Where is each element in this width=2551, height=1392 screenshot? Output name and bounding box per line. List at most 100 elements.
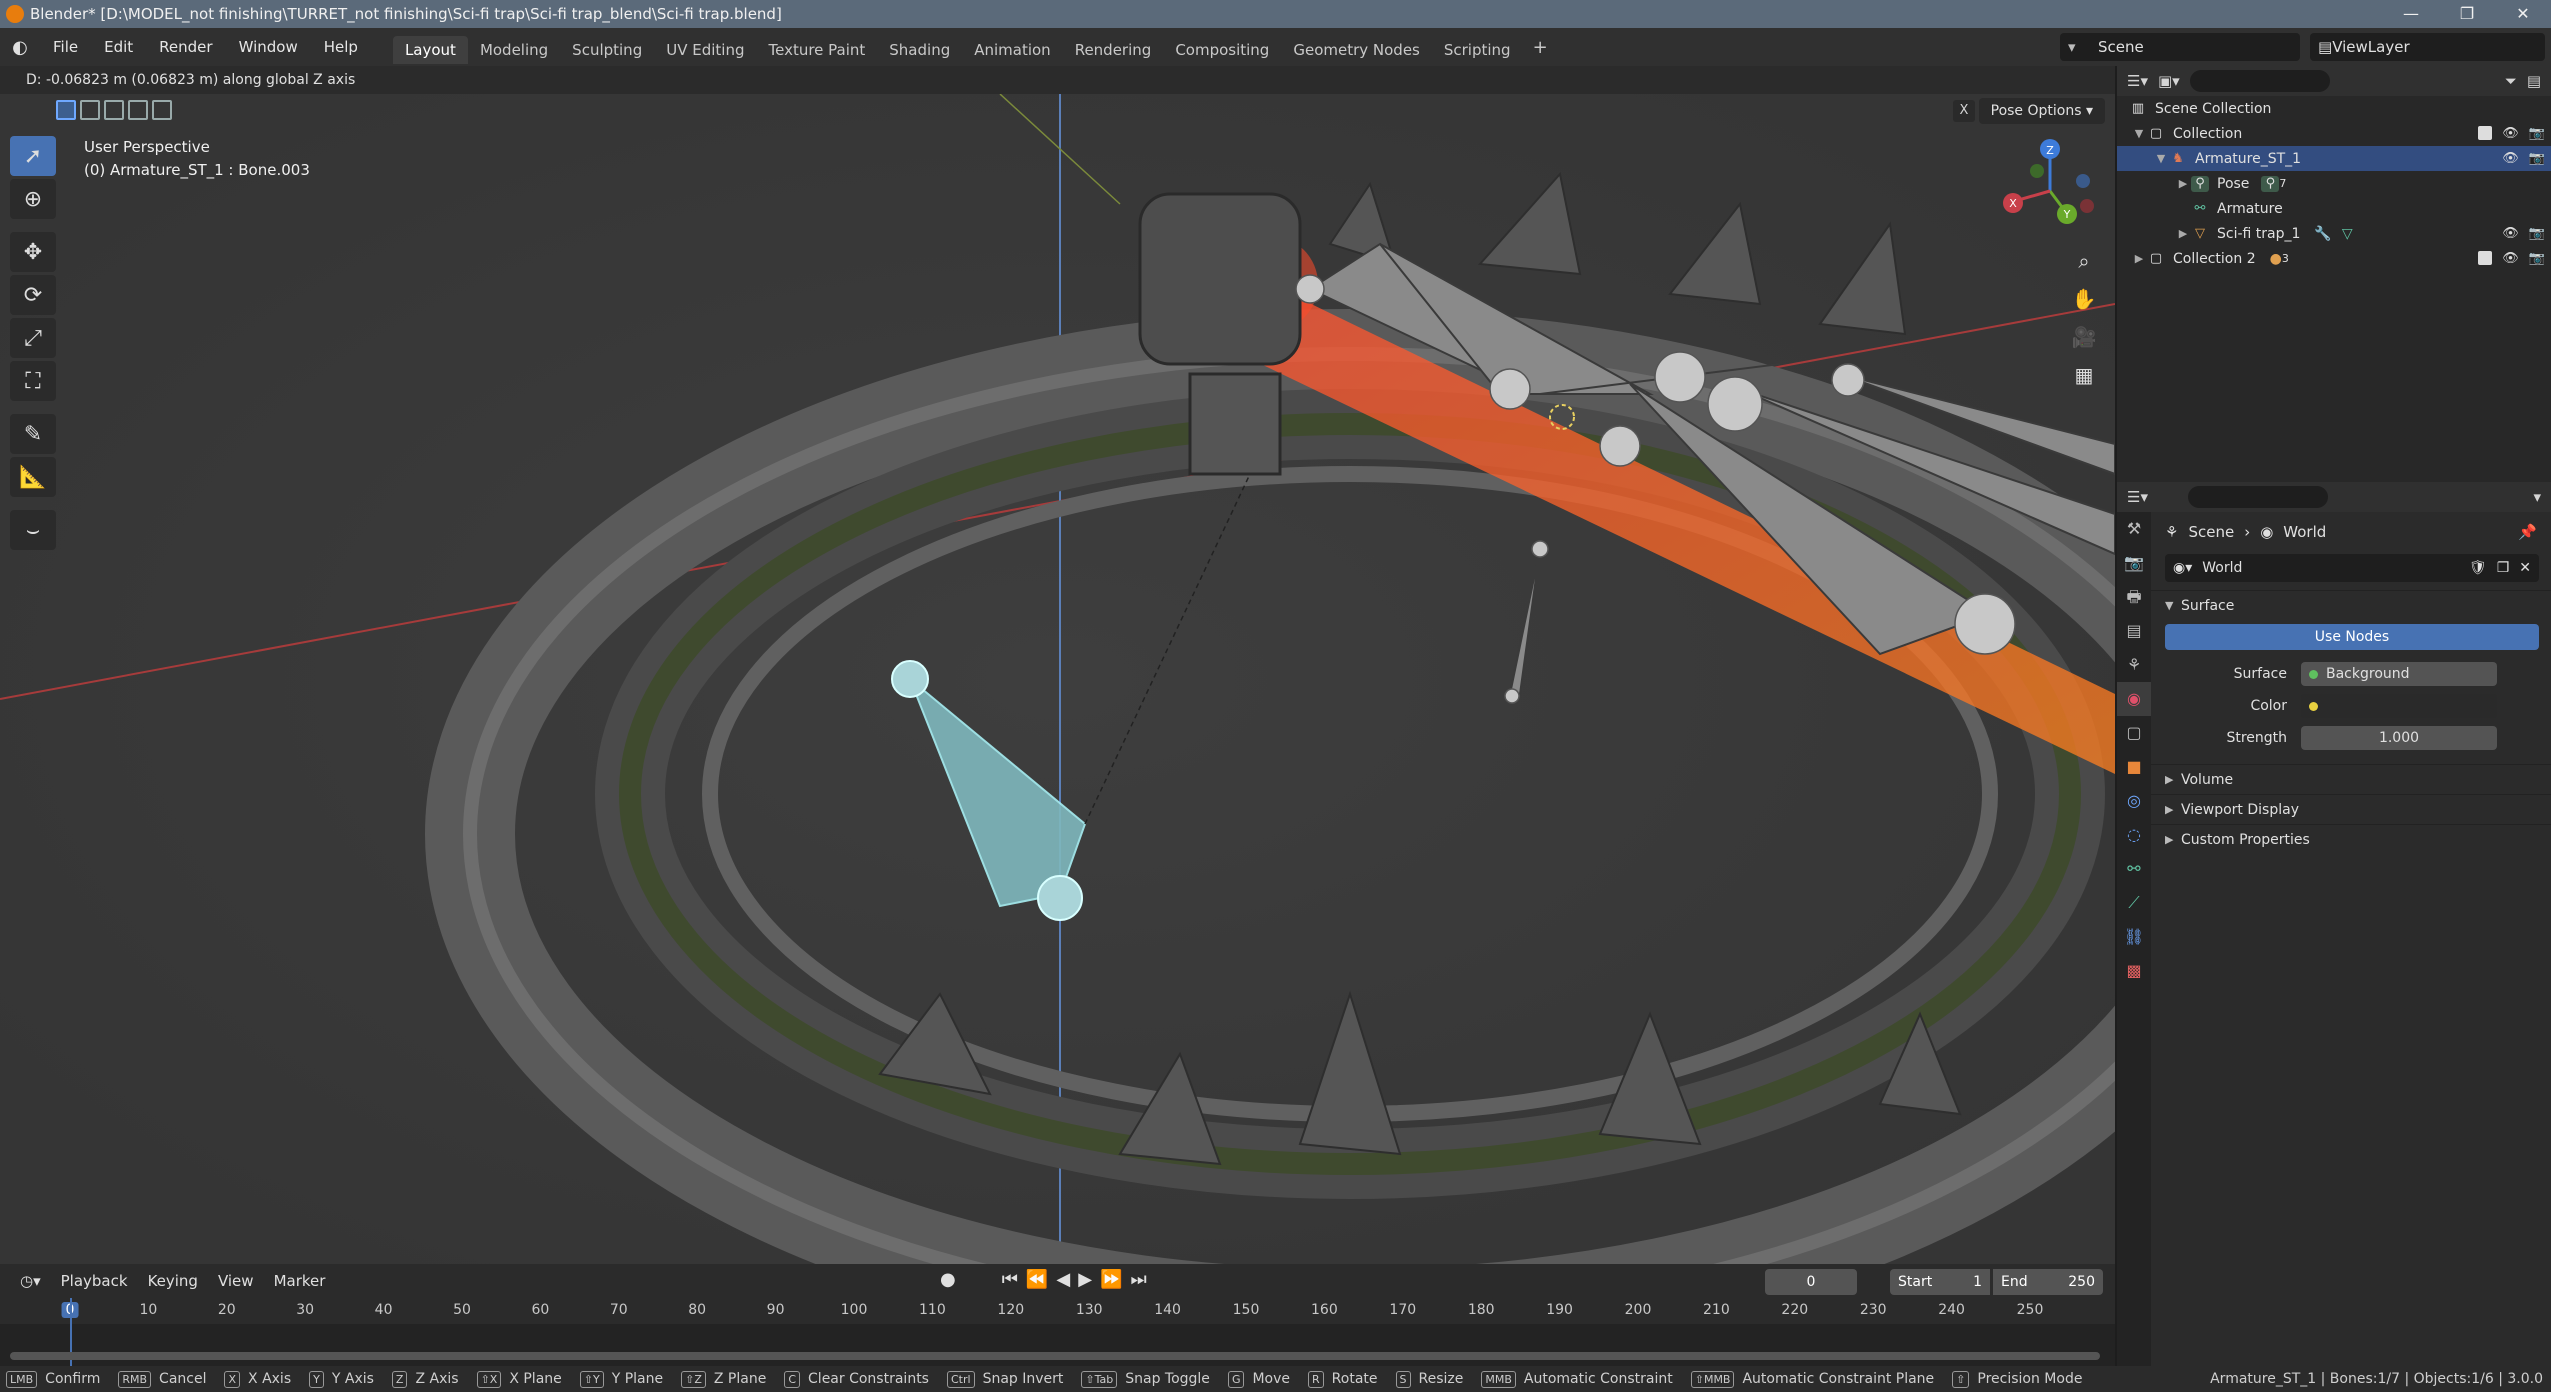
zoom-icon[interactable]: ⌕ xyxy=(2065,244,2103,278)
eye-icon[interactable]: 👁 xyxy=(2502,226,2519,241)
tool-tab-icon[interactable]: ⚒ xyxy=(2117,512,2151,546)
exclude-checkbox[interactable] xyxy=(2478,126,2493,140)
display-mode-icon[interactable]: ▣▾ xyxy=(2158,72,2180,90)
xray-toggle[interactable]: X xyxy=(1953,100,1975,122)
move-tool[interactable]: ✥ xyxy=(10,232,56,272)
close-button[interactable]: ✕ xyxy=(2495,0,2551,28)
select-intersect-icon[interactable] xyxy=(152,100,172,120)
rotate-tool[interactable]: ⟳ xyxy=(10,275,56,315)
view-layer-selector[interactable]: ▤ ViewLayer xyxy=(2310,33,2545,61)
menu-playback[interactable]: Playback xyxy=(51,1272,138,1290)
scale-tool[interactable]: ⤢ xyxy=(10,318,56,358)
timeline-scrollbar[interactable] xyxy=(10,1352,2100,1360)
timeline-editor-type-icon[interactable]: ◷▾ xyxy=(10,1272,51,1290)
tab-uv-editing[interactable]: UV Editing xyxy=(654,36,756,64)
outliner-row-armature[interactable]: ▼ ♞ Armature_ST_1 👁 📷 xyxy=(2117,146,2551,171)
color-field[interactable] xyxy=(2301,694,2497,718)
fake-user-icon[interactable]: 🛡 xyxy=(2469,560,2487,576)
camera-icon[interactable]: 📷 xyxy=(2529,126,2545,141)
volume-panel-header[interactable]: ▶ Volume xyxy=(2151,764,2551,794)
eye-icon[interactable]: 👁 xyxy=(2502,126,2519,141)
jump-end-icon[interactable]: ⏭ xyxy=(1130,1269,1146,1290)
exclude-checkbox[interactable] xyxy=(2478,251,2493,265)
bone-constraint-tab-icon[interactable]: ⛓ xyxy=(2117,920,2151,954)
expand-icon[interactable]: ▶ xyxy=(2131,252,2147,265)
3d-viewport[interactable]: X Pose Options ▾ User Perspective (0) Ar… xyxy=(0,94,2115,1264)
view-layer-tab-icon[interactable]: ▤ xyxy=(2117,614,2151,648)
select-invert-icon[interactable] xyxy=(128,100,148,120)
tab-compositing[interactable]: Compositing xyxy=(1163,36,1281,64)
viewport-display-panel-header[interactable]: ▶ Viewport Display xyxy=(2151,794,2551,824)
editor-type-icon[interactable]: ☰▾ xyxy=(2127,72,2148,90)
outliner-row-collection-2[interactable]: ▶ ▢ Collection 2 ● 3 👁 📷 xyxy=(2117,246,2551,271)
select-subtract-icon[interactable] xyxy=(104,100,124,120)
maximize-button[interactable]: ❐ xyxy=(2439,0,2495,28)
play-reverse-icon[interactable]: ◀ xyxy=(1056,1269,1070,1290)
strength-field[interactable]: 1.000 xyxy=(2301,726,2497,750)
tab-texture-paint[interactable]: Texture Paint xyxy=(756,36,877,64)
current-frame-field[interactable]: 0 xyxy=(1765,1269,1857,1295)
tab-scripting[interactable]: Scripting xyxy=(1432,36,1523,64)
menu-help[interactable]: Help xyxy=(311,28,371,66)
unlink-icon[interactable]: ✕ xyxy=(2519,560,2531,576)
measure-tool[interactable]: 📐 xyxy=(10,457,56,497)
jump-start-icon[interactable]: ⏮ xyxy=(1002,1269,1018,1290)
object-tab-icon[interactable]: ■ xyxy=(2117,750,2151,784)
select-new-icon[interactable] xyxy=(56,100,76,120)
menu-keying[interactable]: Keying xyxy=(138,1272,208,1290)
tab-sculpting[interactable]: Sculpting xyxy=(560,36,654,64)
editor-type-icon[interactable]: ☰▾ xyxy=(2127,488,2148,506)
render-tab-icon[interactable]: 📷 xyxy=(2117,546,2151,580)
end-frame-field[interactable]: End 250 xyxy=(1993,1269,2103,1295)
outliner-row-scene-collection[interactable]: ▥ Scene Collection xyxy=(2117,96,2551,121)
outliner-row-collection[interactable]: ▼ ▢ Collection 👁 📷 xyxy=(2117,121,2551,146)
new-collection-icon[interactable]: ▤ xyxy=(2527,72,2541,90)
expand-icon[interactable]: ▶ xyxy=(2175,177,2191,190)
tab-rendering[interactable]: Rendering xyxy=(1063,36,1164,64)
armature-data-tab-icon[interactable]: ⚯ xyxy=(2117,852,2151,886)
tab-modeling[interactable]: Modeling xyxy=(468,36,560,64)
jump-keyframe-back-icon[interactable]: ⏪ xyxy=(1026,1269,1048,1290)
custom-properties-panel-header[interactable]: ▶ Custom Properties xyxy=(2151,824,2551,854)
duplicate-icon[interactable]: ❐ xyxy=(2497,560,2510,576)
tab-layout[interactable]: Layout xyxy=(392,36,468,64)
annotate-tool[interactable]: ✎ xyxy=(10,414,56,454)
frame-ruler[interactable]: 0102030405060708090100110120130140150160… xyxy=(0,1298,2115,1324)
outliner-row-scifi-trap[interactable]: ▶ ▽ Sci-fi trap_1 🔧 ▽ 👁 📷 xyxy=(2117,221,2551,246)
options-chevron-icon[interactable]: ▾ xyxy=(2533,488,2541,506)
menu-edit[interactable]: Edit xyxy=(91,28,146,66)
outliner-row-pose[interactable]: ▶ ⚲ Pose ⚲ 7 xyxy=(2117,171,2551,196)
eye-icon[interactable]: 👁 xyxy=(2502,251,2519,266)
bone-size-tool[interactable]: ⌣ xyxy=(10,510,56,550)
collection-tab-icon[interactable]: ▢ xyxy=(2117,716,2151,750)
properties-search-input[interactable] xyxy=(2187,486,2328,508)
add-workspace-button[interactable]: + xyxy=(1523,37,1558,58)
expand-icon[interactable]: ▼ xyxy=(2153,152,2169,165)
minimize-button[interactable]: — xyxy=(2383,0,2439,28)
start-frame-field[interactable]: Start 1 xyxy=(1890,1269,1990,1295)
jump-keyframe-forward-icon[interactable]: ⏩ xyxy=(1100,1269,1122,1290)
physics-tab-icon[interactable]: ◌ xyxy=(2117,818,2151,852)
outliner-search-input[interactable] xyxy=(2189,70,2330,92)
use-nodes-button[interactable]: Use Nodes xyxy=(2165,624,2539,650)
grid-icon[interactable]: ▦ xyxy=(2065,358,2103,392)
menu-window[interactable]: Window xyxy=(226,28,311,66)
camera-icon[interactable]: 🎥 xyxy=(2065,320,2103,354)
menu-view[interactable]: View xyxy=(208,1272,264,1290)
bone-tab-icon[interactable]: ⟋ xyxy=(2117,886,2151,920)
modifier-tab-icon[interactable]: ◎ xyxy=(2117,784,2151,818)
texture-tab-icon[interactable]: ▩ xyxy=(2117,954,2151,988)
hand-pan-icon[interactable]: ✋ xyxy=(2065,282,2103,316)
tab-geometry-nodes[interactable]: Geometry Nodes xyxy=(1281,36,1432,64)
output-tab-icon[interactable]: 🖶 xyxy=(2117,580,2151,614)
eye-icon[interactable]: 👁 xyxy=(2502,151,2519,166)
expand-icon[interactable]: ▶ xyxy=(2175,227,2191,240)
menu-file[interactable]: File xyxy=(40,28,91,66)
cursor-tool[interactable]: ⊕ xyxy=(10,179,56,219)
pin-icon[interactable]: 📌 xyxy=(2518,523,2537,541)
camera-icon[interactable]: 📷 xyxy=(2529,151,2545,166)
blender-menu-icon[interactable]: ◐ xyxy=(0,37,40,58)
surface-panel-header[interactable]: ▼ Surface xyxy=(2151,590,2551,620)
navigation-gizmo[interactable]: Z Y X xyxy=(1995,136,2105,246)
play-icon[interactable]: ▶ xyxy=(1078,1269,1092,1290)
